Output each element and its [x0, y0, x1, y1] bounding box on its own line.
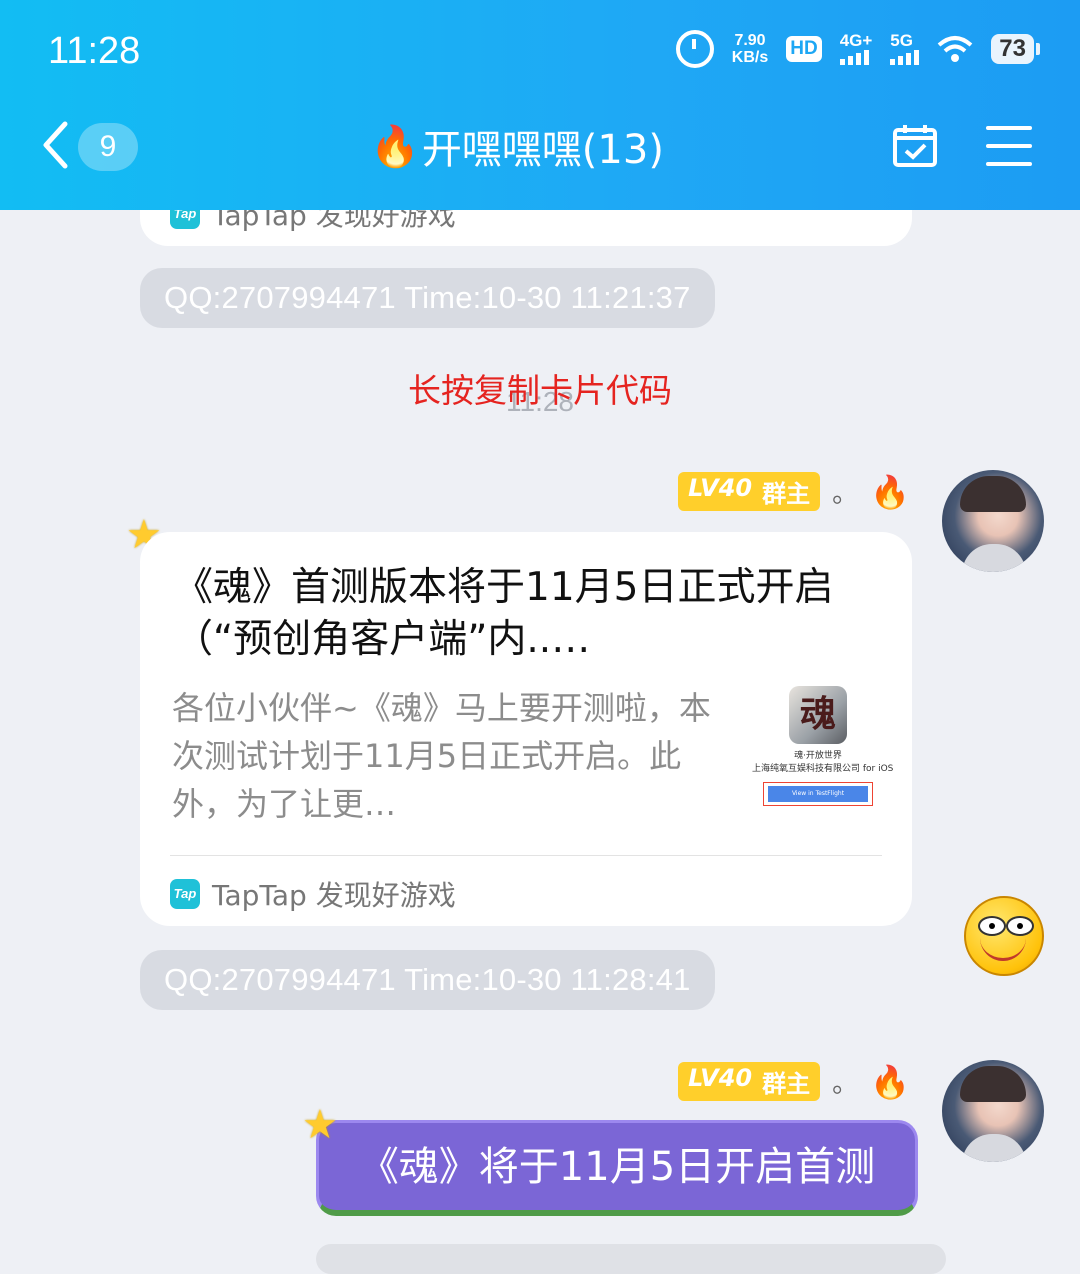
- qq-info-message[interactable]: QQ:2707994471 Time:10-30 11:21:37: [140, 268, 715, 328]
- sender-nickname: 。: [832, 479, 859, 509]
- chat-title: 🔥 开嘿嘿嘿(13): [370, 117, 664, 175]
- top-bar: 11:28 7.90 KB/s HD 4G+ 5G 73 9 🔥 开嘿嘿嘿(13…: [0, 0, 1080, 210]
- game-app-icon: 魂: [789, 686, 847, 744]
- signal-4g-icon: 4G+: [839, 32, 872, 65]
- avatar[interactable]: [942, 470, 1044, 572]
- calendar-check-icon[interactable]: [892, 124, 938, 168]
- card-description: 各位小伙伴~《魂》马上要开测啦，本次测试计划于11月5日正式开启。此外，为了让更…: [172, 689, 711, 823]
- sender-badge-row: LV40 群主 。 🔥: [678, 472, 910, 511]
- smiley-emoji-icon[interactable]: [964, 896, 1044, 976]
- network-speed: 7.90 KB/s: [731, 32, 769, 66]
- sender-badge-row: LV40 群主 。 🔥: [678, 1062, 910, 1101]
- menu-icon[interactable]: [986, 126, 1032, 166]
- fire-icon: 🔥: [870, 472, 910, 511]
- battery-indicator: 73: [991, 34, 1040, 64]
- status-icons: 7.90 KB/s HD 4G+ 5G 73: [675, 30, 1040, 68]
- status-time: 11:28: [48, 30, 141, 72]
- divider: [170, 855, 882, 856]
- signal-5g-icon: 5G: [890, 32, 920, 65]
- fire-icon: 🔥: [870, 1062, 910, 1101]
- thumb-button: View in TestFlight: [768, 786, 868, 802]
- thumb-button-frame: View in TestFlight: [763, 782, 873, 806]
- wifi-icon: [937, 36, 973, 62]
- hd-icon: HD: [786, 36, 822, 62]
- level-badge: LV40 群主: [678, 1062, 821, 1101]
- level-badge: LV40 群主: [678, 472, 821, 511]
- fire-icon: 🔥: [370, 123, 420, 170]
- card-footer: Tap TapTap 发现好游戏: [170, 874, 456, 914]
- back-chevron-icon[interactable]: [40, 120, 70, 170]
- text-message-bubble[interactable]: 《魂》将于11月5日开启首测: [316, 1120, 918, 1216]
- card-thumbnail: 魂 魂·开放世界 上海纯氧互娱科技有限公司 for iOS View in Te…: [752, 686, 894, 812]
- alarm-icon: [675, 30, 714, 68]
- thumb-title: 魂·开放世界: [794, 751, 842, 761]
- taptap-logo-icon: Tap: [170, 879, 200, 909]
- group-name: 开嘿嘿嘿(13): [421, 127, 664, 173]
- unread-count-badge[interactable]: 9: [78, 123, 138, 171]
- star-icon: ★: [302, 1102, 338, 1148]
- card-footer-text: TapTap 发现好游戏: [212, 879, 456, 912]
- avatar[interactable]: [942, 1060, 1044, 1162]
- share-card[interactable]: 《魂》首测版本将于11月5日正式开启（“预创角客户端”内..… 各位小伙伴~《魂…: [140, 532, 912, 926]
- thumb-publisher: 上海纯氧互娱科技有限公司 for iOS: [752, 764, 894, 774]
- card-title: 《魂》首测版本将于11月5日正式开启（“预创角客户端”内..…: [174, 565, 834, 662]
- copy-hint-text: 长按复制卡片代码: [408, 371, 672, 410]
- sender-nickname: 。: [832, 1069, 859, 1099]
- qq-info-message[interactable]: QQ:2707994471 Time:10-30 11:28:41: [140, 950, 715, 1010]
- next-message-stub[interactable]: [316, 1244, 946, 1274]
